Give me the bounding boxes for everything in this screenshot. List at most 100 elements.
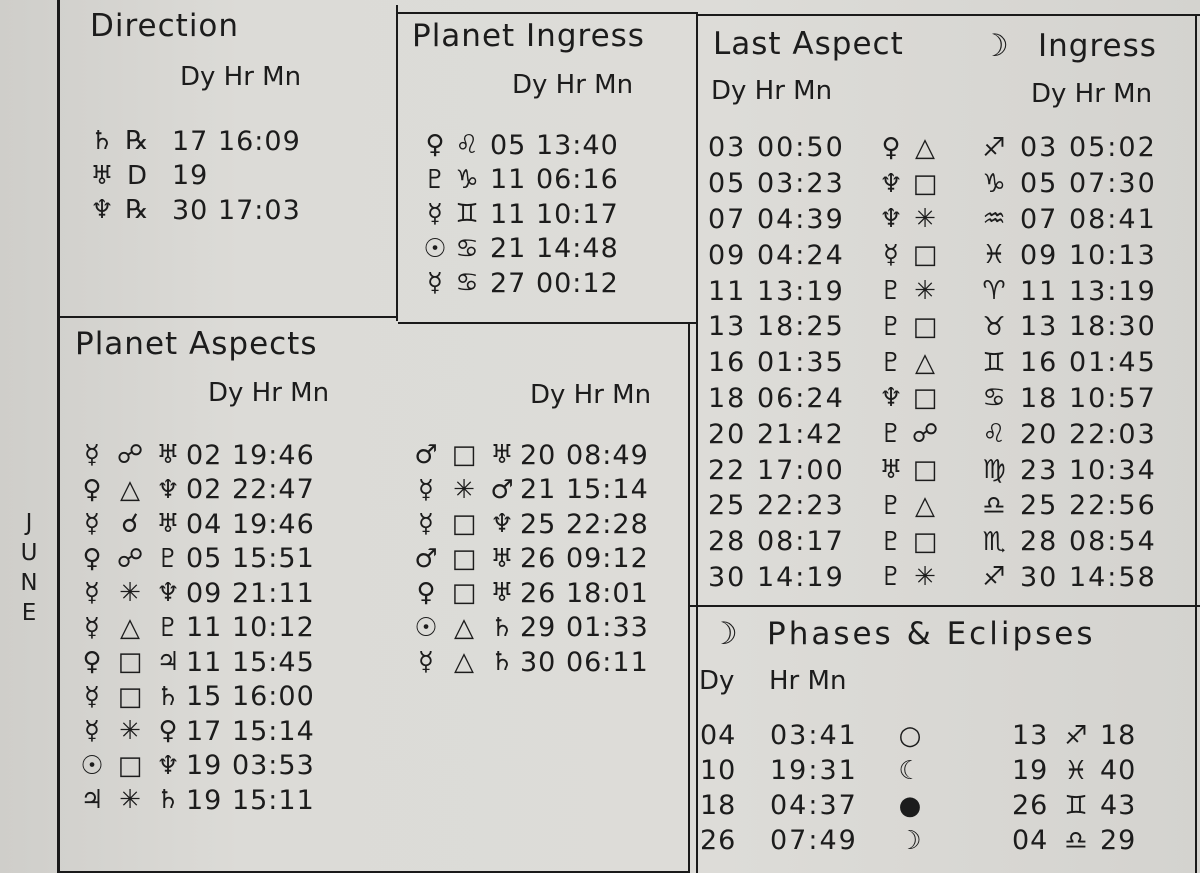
aspect-time: 21 15:14 bbox=[520, 474, 649, 506]
phase-row: 18 04:37 ● 26 ♊ 43 bbox=[700, 788, 1136, 823]
moon-ingress-time: 05 07:30 bbox=[1020, 168, 1157, 200]
last-aspect-row: 22 17:00 ♅ □ ♍ 23 10:34 bbox=[708, 452, 1157, 488]
capricorn-icon: ♑ bbox=[455, 164, 479, 195]
planet-icon: ♇ bbox=[879, 276, 903, 307]
aspect-icon: △ bbox=[120, 612, 140, 643]
aspect-time: 02 19:46 bbox=[186, 439, 315, 471]
planet-icon: ♃ bbox=[80, 785, 104, 816]
phase-day: 10 bbox=[700, 755, 737, 786]
moon-ingress-time: 23 10:34 bbox=[1020, 454, 1157, 486]
full-moon-icon: ○ bbox=[898, 720, 922, 751]
planet-icon: ♆ bbox=[156, 750, 180, 781]
last-aspect-row: 13 18:25 ♇ □ ♉ 13 18:30 bbox=[708, 309, 1157, 345]
planet-aspect-row: ☉ □ ♆ 19 03:53 bbox=[76, 749, 315, 784]
section-title: Planet Ingress bbox=[412, 18, 645, 54]
cancer-icon: ♋ bbox=[455, 268, 479, 299]
planet-icon: ♀ bbox=[881, 132, 901, 163]
aspect-icon: △ bbox=[120, 474, 140, 505]
planet-icon: ♇ bbox=[879, 419, 903, 450]
new-moon-icon: ● bbox=[898, 790, 922, 821]
last-aspect-row: 05 03:23 ♆ □ ♑ 05 07:30 bbox=[708, 166, 1157, 202]
aspect-icon: ☍ bbox=[116, 440, 144, 471]
moon-sign-icon: ♏ bbox=[982, 526, 1006, 557]
last-aspect-row: 25 22:23 ♇ △ ♎ 25 22:56 bbox=[708, 488, 1157, 524]
aspect-icon: ☍ bbox=[116, 543, 144, 574]
ingress-time: 11 06:16 bbox=[490, 164, 619, 196]
aspect-icon: □ bbox=[451, 509, 477, 540]
moon-ingress-time: 28 08:54 bbox=[1020, 526, 1157, 558]
planet-icon: ♅ bbox=[490, 440, 514, 471]
planet-icon: ☉ bbox=[414, 612, 438, 643]
phase-row: 26 07:49 ☽ 04 ♎ 29 bbox=[700, 823, 1136, 858]
planet-aspect-row: ♃ ✳ ♄ 19 15:11 bbox=[76, 783, 315, 818]
last-aspect-row: 11 13:19 ♇ ✳ ♈ 11 13:19 bbox=[708, 273, 1157, 309]
planet-icon: ♀ bbox=[416, 578, 436, 609]
planet-icon: ♇ bbox=[879, 526, 903, 557]
aspect-icon: ✳ bbox=[453, 474, 475, 505]
moon-ingress-time: 25 22:56 bbox=[1020, 490, 1157, 522]
last-aspect-time: 09 04:24 bbox=[708, 239, 845, 271]
ingress-row: ♇ ♑ 11 06:16 bbox=[420, 163, 619, 198]
phase-time: 19:31 bbox=[770, 755, 858, 786]
direction-row: ♅ D 19 bbox=[86, 159, 301, 194]
aspect-icon: □ bbox=[117, 681, 143, 712]
column-header: Dy Hr Mn bbox=[180, 62, 302, 92]
moon-ingress-time: 03 05:02 bbox=[1020, 132, 1157, 164]
moon-sign-icon: ♈ bbox=[982, 276, 1006, 307]
last-aspect-row: 03 00:50 ♀ △ ♐ 03 05:02 bbox=[708, 130, 1157, 166]
aspect-icon: ✳ bbox=[914, 562, 936, 593]
last-aspect-time: 07 04:39 bbox=[708, 203, 845, 235]
planet-icon: ♆ bbox=[879, 204, 903, 235]
planet-icon: ♀ bbox=[82, 647, 102, 678]
aspect-icon: ✳ bbox=[119, 716, 141, 747]
planet-aspect-row: ☿ □ ♆ 25 22:28 bbox=[410, 507, 649, 542]
last-aspect-time: 22 17:00 bbox=[708, 454, 845, 486]
planet-icon: ☿ bbox=[418, 647, 434, 678]
planet-icon: ♆ bbox=[490, 509, 514, 540]
column-header-hrmn: Hr Mn bbox=[769, 666, 847, 696]
aspect-icon: ☍ bbox=[911, 419, 939, 450]
planet-icon: ♅ bbox=[490, 543, 514, 574]
moon-icon: ☽ bbox=[710, 616, 739, 652]
last-aspect-time: 30 14:19 bbox=[708, 561, 845, 593]
last-aspect-time: 25 22:23 bbox=[708, 490, 845, 522]
first-quarter-icon: ☽ bbox=[898, 825, 922, 856]
moon-ingress-time: 07 08:41 bbox=[1020, 203, 1157, 235]
planet-aspect-row: ☿ ☌ ♅ 04 19:46 bbox=[76, 507, 315, 542]
ingress-row: ♀ ♌ 05 13:40 bbox=[420, 128, 619, 163]
planet-aspect-row: ☿ □ ♄ 15 16:00 bbox=[76, 680, 315, 715]
planet-icon: ♇ bbox=[879, 347, 903, 378]
column-header: Dy Hr Mn bbox=[1031, 79, 1153, 109]
last-aspect-row: 09 04:24 ☿ □ ♓ 09 10:13 bbox=[708, 237, 1157, 273]
moon-sign-icon: ♌ bbox=[982, 419, 1006, 450]
divider bbox=[57, 0, 60, 873]
divider bbox=[688, 322, 690, 873]
position-degree: 26 bbox=[1012, 790, 1049, 821]
planet-aspect-row: ♀ □ ♃ 11 15:45 bbox=[76, 645, 315, 680]
pluto-icon: ♇ bbox=[423, 164, 447, 195]
aspect-icon: □ bbox=[451, 543, 477, 574]
aspect-icon: □ bbox=[117, 750, 143, 781]
direction-list: ♄ ℞ 17 16:09 ♅ D 19 ♆ ℞ 30 17:03 bbox=[86, 124, 301, 228]
divider bbox=[396, 5, 398, 321]
position-sign-icon: ♊ bbox=[1064, 790, 1088, 821]
planet-aspect-row: ☉ △ ♄ 29 01:33 bbox=[410, 611, 649, 646]
position-sign-icon: ♐ bbox=[1064, 720, 1088, 751]
planet-aspect-row: ☿ △ ♇ 11 10:12 bbox=[76, 611, 315, 646]
moon-sign-icon: ♐ bbox=[982, 562, 1006, 593]
last-aspect-time: 13 18:25 bbox=[708, 311, 845, 343]
planet-icon: ♆ bbox=[156, 578, 180, 609]
planet-icon: ☿ bbox=[84, 578, 100, 609]
aspect-time: 11 10:12 bbox=[186, 612, 315, 644]
moon-sign-icon: ♓ bbox=[982, 240, 1006, 271]
aspect-icon: □ bbox=[451, 578, 477, 609]
planet-aspect-row: ☿ ☍ ♅ 02 19:46 bbox=[76, 438, 315, 473]
position-minute: 40 bbox=[1100, 755, 1137, 786]
planet-icon: ☿ bbox=[418, 509, 434, 540]
position-degree: 19 bbox=[1012, 755, 1049, 786]
aspect-time: 05 15:51 bbox=[186, 543, 315, 575]
divider bbox=[690, 605, 1200, 607]
planet-aspect-row: ☿ ✳ ♀ 17 15:14 bbox=[76, 714, 315, 749]
planet-icon: ♆ bbox=[879, 383, 903, 414]
planet-aspect-row: ☿ ✳ ♂ 21 15:14 bbox=[410, 473, 649, 508]
